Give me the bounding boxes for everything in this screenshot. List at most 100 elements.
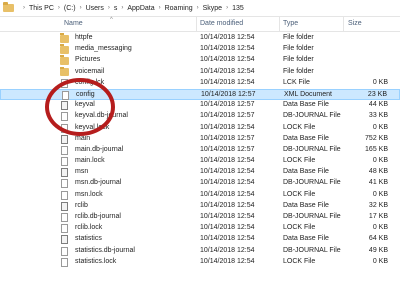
file-size: 33 KB [368,112,388,120]
column-divider[interactable] [279,17,280,32]
file-icon [61,145,68,155]
file-size: 23 KB [367,90,387,98]
column-header-name[interactable]: Name [64,20,83,27]
file-type: LOCK File [283,190,316,198]
file-size: 0 KB [372,257,388,265]
chevron-right-icon: › [107,5,110,11]
file-icon [61,179,68,189]
file-name: main.lock [75,157,105,165]
file-date: 10/14/2018 12:57 [200,101,255,109]
file-size: 0 KB [372,190,388,198]
file-size: 32 KB [368,201,388,209]
database-icon [61,134,68,144]
file-name: Pictures [75,56,101,64]
file-type: LCK File [283,78,310,86]
file-date: 10/14/2018 12:54 [200,235,255,243]
breadcrumb-user[interactable]: s [114,5,118,12]
file-name: httpfe [75,34,93,41]
file-icon [61,257,68,267]
file-date: 10/14/2018 12:54 [200,213,255,220]
file-date: 10/14/2018 12:57 [200,134,255,142]
file-size: 49 KB [368,246,388,254]
file-row[interactable]: main.lock 10/14/2018 12:54 LOCK File 0 KB [0,156,400,167]
file-type: LOCK File [283,224,316,232]
column-header-size[interactable]: Size [348,20,362,27]
file-type: File folder [283,34,314,41]
file-row[interactable]: statistics 10/14/2018 12:54 Data Base File… [0,234,400,245]
file-type: Data Base File [283,201,329,209]
file-row[interactable]: media_messaging 10/14/2018 12:54 File fold… [0,44,400,55]
file-date: 10/14/2018 12:54 [200,67,255,75]
database-icon [61,201,68,211]
column-divider[interactable] [343,17,344,32]
column-divider[interactable] [196,17,197,32]
file-date: 10/14/2018 12:54 [200,201,255,209]
file-row[interactable]: statistics.db-journal 10/14/2018 12:54 DB-… [0,246,400,257]
breadcrumb-appdata[interactable]: AppData [127,5,154,12]
breadcrumb-this-pc[interactable]: This PC [29,5,54,12]
file-row[interactable]: rclib 10/14/2018 12:54 Data Base File 32 KB [0,201,400,212]
file-date: 10/14/2018 12:54 [200,157,255,165]
folder-icon [60,44,69,54]
file-date: 10/14/2018 12:54 [200,257,255,265]
file-row[interactable]: voicemail 10/14/2018 12:54 File folder [0,66,400,78]
file-list: httpfe 10/14/2018 12:54 File folder media_m… [0,33,400,268]
file-row[interactable]: main.db-journal 10/14/2018 12:57 DB-JOURNA… [0,145,400,156]
chevron-right-icon: › [79,5,82,11]
file-row[interactable]: rclib.db-journal 10/14/2018 12:54 DB-JOURN… [0,212,400,223]
file-name: msn [75,168,89,176]
file-name: statistics.lock [75,257,117,265]
file-row[interactable]: msn 10/14/2018 12:54 Data Base File 48 KB [0,167,400,178]
file-row[interactable]: rclib.lock 10/14/2018 12:54 LOCK File 0 KB [0,223,400,234]
file-size: 48 KB [368,168,388,176]
folder-icon [60,33,69,43]
file-size: 0 KB [372,78,388,86]
database-icon [61,168,68,178]
file-size: 0 KB [372,157,388,165]
file-type: DB-JOURNAL File [283,246,341,254]
file-size: 64 KB [368,235,388,243]
folder-icon [60,66,69,77]
file-row[interactable]: statistics.lock 10/14/2018 12:54 LOCK File… [0,257,400,268]
folder-icon [60,55,69,65]
file-date: 10/14/2018 12:54 [200,246,255,254]
file-row[interactable]: httpfe 10/14/2018 12:54 File folder [0,33,400,44]
file-date: 10/14/2018 12:54 [200,78,255,86]
file-type: DB-JOURNAL File [283,112,341,120]
file-type: LOCK File [283,157,316,165]
file-size: 752 KB [365,134,388,142]
address-bar[interactable]: › This PC › (C:) › Users › s › AppData ›… [0,0,400,17]
breadcrumb-users[interactable]: Users [86,5,104,12]
sort-up-icon: ^ [110,17,113,23]
breadcrumb-profile[interactable]: 135 [232,5,244,12]
file-type: Data Base File [283,101,329,109]
file-row[interactable]: msn.db-journal 10/14/2018 12:54 DB-JOURNAL… [0,178,400,189]
file-type: LOCK File [283,123,316,131]
breadcrumb-skype[interactable]: Skype [203,5,222,12]
chevron-right-icon: › [226,5,229,11]
file-name: voicemail [75,67,105,75]
file-row[interactable]: Pictures 10/14/2018 12:54 File folder [0,55,400,66]
file-icon [61,224,68,234]
file-type: LOCK File [283,257,316,265]
file-name: statistics.db-journal [75,246,135,254]
file-date: 10/14/2018 12:57 [200,145,255,153]
file-date: 10/14/2018 12:54 [200,224,255,232]
file-date: 10/14/2018 12:54 [200,56,255,64]
chevron-right-icon: › [23,5,25,11]
file-row[interactable]: msn.lock 10/14/2018 12:54 LOCK File 0 KB [0,190,400,201]
file-name: msn.db-journal [75,179,122,187]
breadcrumb-roaming[interactable]: Roaming [165,5,193,12]
database-icon [61,235,68,245]
column-header-type[interactable]: Type [283,20,298,27]
file-name: media_messaging [75,45,132,53]
file-date: 10/14/2018 12:54 [200,34,255,41]
file-name: rclib.lock [75,224,103,232]
file-date: 10/14/2018 12:57 [200,112,255,120]
breadcrumb-drive[interactable]: (C:) [64,5,76,12]
column-header-date[interactable]: Date modified [200,20,243,27]
file-date: 10/14/2018 12:54 [200,45,255,53]
chevron-right-icon: › [121,5,124,11]
folder-icon [3,2,14,12]
file-row[interactable]: main 10/14/2018 12:57 Data Base File 752 KB [0,134,400,145]
